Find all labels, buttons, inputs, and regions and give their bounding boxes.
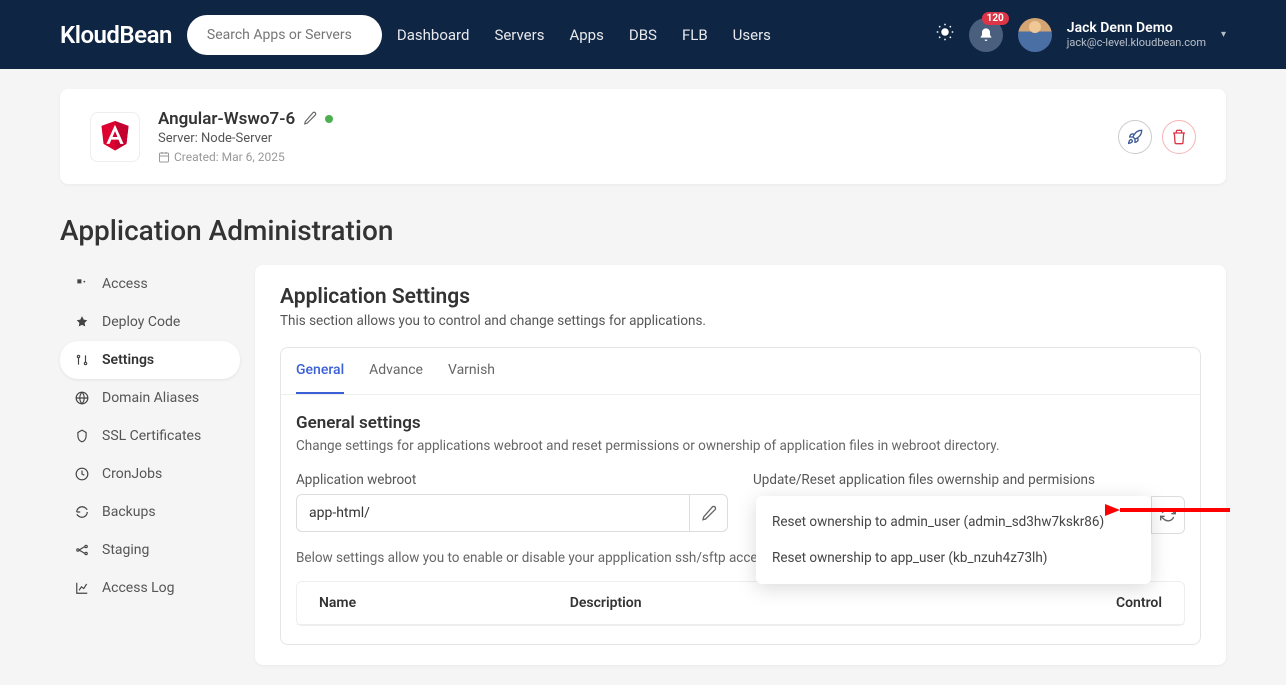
app-title: Angular-Wswo7-6	[158, 109, 295, 129]
sidebar-item-settings[interactable]: Settings	[60, 341, 240, 379]
avatar[interactable]	[1018, 18, 1052, 52]
settings-icon	[74, 352, 90, 368]
bell-icon	[978, 27, 994, 43]
sidebar-item-accesslog[interactable]: Access Log	[60, 569, 240, 607]
main-panel: Application Settings This section allows…	[255, 265, 1226, 665]
user-email: jack@c-level.kloudbean.com	[1067, 36, 1206, 49]
app-server: Server: Node-Server	[158, 131, 1118, 146]
webroot-edit-button[interactable]	[690, 494, 728, 532]
staging-icon	[74, 542, 90, 558]
tab-general[interactable]: General	[296, 348, 344, 394]
app-created-text: Created: Mar 6, 2025	[174, 150, 285, 164]
sidebar-item-label: Deploy Code	[102, 314, 180, 330]
tabs-container: General Advance Varnish General settings…	[280, 347, 1201, 645]
form-col-ownership: Update/Reset application files owernship…	[753, 472, 1185, 532]
container: Angular-Wswo7-6 Server: Node-Server Crea…	[0, 69, 1286, 685]
globe-icon	[74, 390, 90, 406]
form-col-webroot: Application webroot	[296, 472, 728, 532]
sidebar-item-domain[interactable]: Domain Aliases	[60, 379, 240, 417]
certificate-icon	[74, 428, 90, 444]
header: KloudBean Dashboard Servers Apps DBS FLB…	[0, 0, 1286, 69]
sidebar-item-label: Domain Aliases	[102, 390, 199, 406]
panel-desc: This section allows you to control and c…	[280, 313, 1201, 329]
user-info[interactable]: Jack Denn Demo jack@c-level.kloudbean.co…	[1067, 20, 1206, 49]
sidebar-item-cron[interactable]: CronJobs	[60, 455, 240, 493]
page-title: Application Administration	[60, 214, 1226, 247]
app-icon	[90, 112, 140, 162]
chart-icon	[74, 580, 90, 596]
logo[interactable]: KloudBean	[60, 21, 172, 49]
reset-button[interactable]	[1151, 496, 1185, 534]
user-name: Jack Denn Demo	[1067, 20, 1206, 36]
th-name: Name	[297, 582, 548, 625]
user-icon	[74, 276, 90, 292]
edit-icon[interactable]	[303, 110, 317, 129]
webroot-input[interactable]	[296, 494, 690, 532]
logo-text: KloudBean	[60, 21, 172, 49]
th-description: Description	[548, 582, 906, 625]
user-dropdown-caret[interactable]: ▾	[1221, 29, 1226, 40]
settings-table: Name Description Control	[296, 581, 1185, 626]
ownership-dropdown: Reset ownership to admin_user (admin_sd3…	[756, 496, 1151, 584]
sidebar-item-label: Access Log	[102, 580, 175, 596]
angular-icon	[100, 121, 130, 153]
tabs: General Advance Varnish	[281, 348, 1200, 395]
sidebar-item-deploy[interactable]: Deploy Code	[60, 303, 240, 341]
sidebar-item-label: Access	[102, 276, 148, 292]
app-actions	[1118, 120, 1196, 154]
notification-button[interactable]: 120	[969, 18, 1003, 52]
app-details: Angular-Wswo7-6 Server: Node-Server Crea…	[158, 109, 1118, 164]
app-created: Created: Mar 6, 2025	[158, 150, 1118, 164]
nav-dbs[interactable]: DBS	[629, 26, 657, 44]
nav-flb[interactable]: FLB	[682, 26, 708, 44]
header-right: 120 Jack Denn Demo jack@c-level.kloudbea…	[936, 18, 1226, 52]
nav-dashboard[interactable]: Dashboard	[397, 26, 470, 44]
pencil-icon	[701, 505, 717, 521]
app-title-row: Angular-Wswo7-6	[158, 109, 1118, 129]
form-row: Application webroot Update/Reset applica…	[296, 472, 1185, 532]
launch-button[interactable]	[1118, 120, 1152, 154]
nav-servers[interactable]: Servers	[494, 26, 544, 44]
nav-users[interactable]: Users	[733, 26, 771, 44]
input-group-webroot	[296, 494, 728, 532]
search-input[interactable]	[187, 15, 382, 55]
sidebar-item-label: CronJobs	[102, 466, 162, 482]
tab-content: General settings Change settings for app…	[281, 395, 1200, 644]
clock-icon	[74, 466, 90, 482]
panel-title: Application Settings	[280, 285, 1201, 309]
app-card: Angular-Wswo7-6 Server: Node-Server Crea…	[60, 89, 1226, 184]
tab-advance[interactable]: Advance	[369, 348, 423, 394]
rocket-icon	[1127, 129, 1143, 145]
content-wrap: Access Deploy Code Settings Domain Alias…	[60, 265, 1226, 665]
sidebar-item-ssl[interactable]: SSL Certificates	[60, 417, 240, 455]
delete-button[interactable]	[1162, 120, 1196, 154]
sidebar-item-label: Settings	[102, 352, 154, 368]
th-control: Control	[906, 582, 1184, 625]
sidebar-item-staging[interactable]: Staging	[60, 531, 240, 569]
deploy-icon	[74, 314, 90, 330]
nav-links: Dashboard Servers Apps DBS FLB Users	[397, 26, 771, 44]
tab-varnish[interactable]: Varnish	[448, 348, 495, 394]
refresh-icon	[1160, 507, 1176, 523]
section-desc: Change settings for applications webroot…	[296, 438, 1185, 454]
nav-apps[interactable]: Apps	[569, 26, 603, 44]
theme-toggle-icon[interactable]	[936, 23, 954, 46]
notification-badge: 120	[982, 12, 1009, 25]
sidebar-item-label: Backups	[102, 504, 156, 520]
sidebar: Access Deploy Code Settings Domain Alias…	[60, 265, 240, 665]
webroot-label: Application webroot	[296, 472, 728, 488]
sidebar-item-access[interactable]: Access	[60, 265, 240, 303]
ownership-label: Update/Reset application files owernship…	[753, 472, 1185, 488]
section-title: General settings	[296, 413, 1185, 433]
sidebar-item-label: Staging	[102, 542, 149, 558]
backup-icon	[74, 504, 90, 520]
dropdown-item-appuser[interactable]: Reset ownership to app_user (kb_nzuh4z73…	[756, 540, 1151, 576]
sidebar-item-label: SSL Certificates	[102, 428, 201, 444]
status-dot	[325, 115, 333, 123]
sidebar-item-backups[interactable]: Backups	[60, 493, 240, 531]
dropdown-item-admin[interactable]: Reset ownership to admin_user (admin_sd3…	[756, 504, 1151, 540]
calendar-icon	[158, 151, 170, 163]
trash-icon	[1171, 129, 1187, 145]
